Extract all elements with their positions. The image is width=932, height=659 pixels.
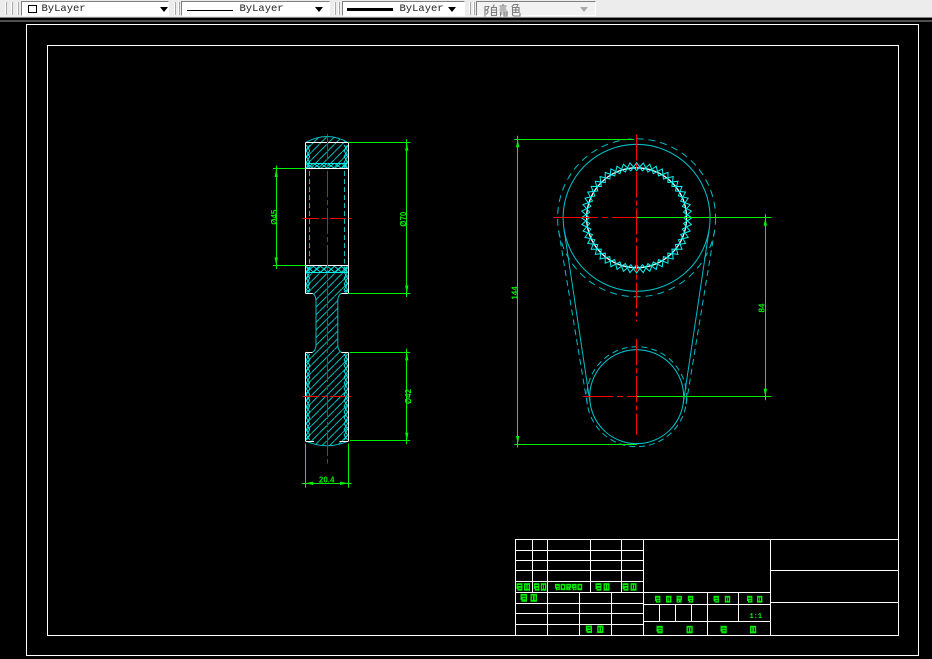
svg-text:Ø70: Ø70 <box>399 211 408 227</box>
svg-text:20.4: 20.4 <box>319 475 335 484</box>
svg-text:Ø42: Ø42 <box>404 388 413 404</box>
svg-text:1:1: 1:1 <box>749 613 762 621</box>
svg-text:144: 144 <box>510 286 519 300</box>
svg-text:84: 84 <box>758 303 767 312</box>
svg-text:Ø45: Ø45 <box>270 209 279 225</box>
